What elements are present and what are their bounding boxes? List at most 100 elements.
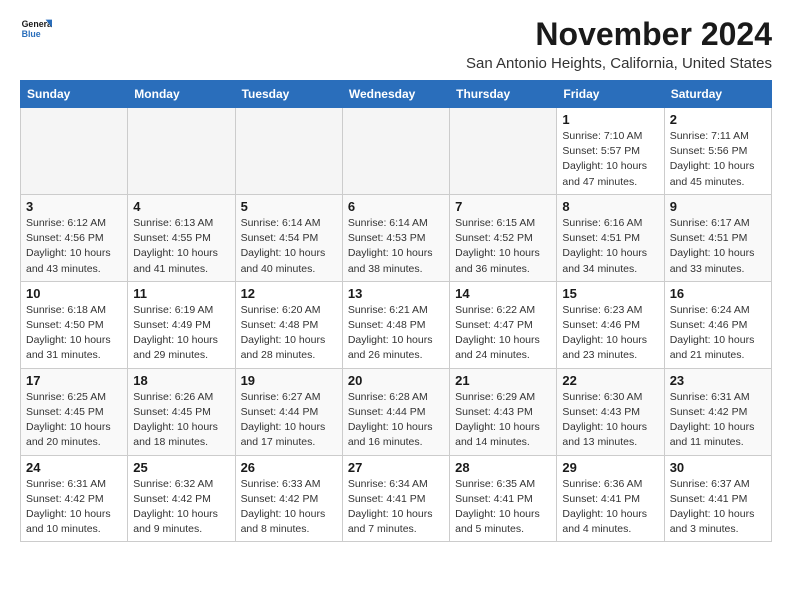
day-number: 19	[241, 373, 337, 388]
day-info: Sunrise: 6:24 AMSunset: 4:46 PMDaylight:…	[670, 303, 766, 364]
day-number: 29	[562, 460, 658, 475]
day-info: Sunrise: 7:11 AMSunset: 5:56 PMDaylight:…	[670, 129, 766, 190]
calendar-day-cell: 30 Sunrise: 6:37 AMSunset: 4:41 PMDayligh…	[664, 455, 771, 542]
day-number: 16	[670, 286, 766, 301]
day-number: 8	[562, 199, 658, 214]
calendar-day-cell: 1 Sunrise: 7:10 AMSunset: 5:57 PMDaylight…	[557, 108, 664, 195]
calendar-day-cell: 24 Sunrise: 6:31 AMSunset: 4:42 PMDayligh…	[21, 455, 128, 542]
weekday-header-cell: Saturday	[664, 81, 771, 108]
calendar-day-cell: 27 Sunrise: 6:34 AMSunset: 4:41 PMDayligh…	[342, 455, 449, 542]
day-number: 3	[26, 199, 122, 214]
day-info: Sunrise: 6:30 AMSunset: 4:43 PMDaylight:…	[562, 390, 658, 451]
day-number: 9	[670, 199, 766, 214]
weekday-header-cell: Monday	[128, 81, 235, 108]
day-info: Sunrise: 6:36 AMSunset: 4:41 PMDaylight:…	[562, 477, 658, 538]
calendar-day-cell: 15Sunrise: 6:23 AMSunset: 4:46 PMDayligh…	[557, 281, 664, 368]
calendar-day-cell: 25 Sunrise: 6:32 AMSunset: 4:42 PMDayligh…	[128, 455, 235, 542]
day-info: Sunrise: 6:14 AMSunset: 4:54 PMDaylight:…	[241, 216, 337, 277]
day-number: 13	[348, 286, 444, 301]
weekday-header-cell: Thursday	[450, 81, 557, 108]
calendar-day-cell: 29 Sunrise: 6:36 AMSunset: 4:41 PMDayligh…	[557, 455, 664, 542]
logo: General Blue	[20, 16, 52, 44]
weekday-header-cell: Friday	[557, 81, 664, 108]
day-number: 14	[455, 286, 551, 301]
calendar-day-cell	[128, 108, 235, 195]
day-info: Sunrise: 6:20 AMSunset: 4:48 PMDaylight:…	[241, 303, 337, 364]
calendar-day-cell: 14 Sunrise: 6:22 AMSunset: 4:47 PMDayligh…	[450, 281, 557, 368]
calendar-day-cell: 3Sunrise: 6:12 AMSunset: 4:56 PMDaylight…	[21, 194, 128, 281]
day-number: 20	[348, 373, 444, 388]
day-info: Sunrise: 6:23 AMSunset: 4:46 PMDaylight:…	[562, 303, 658, 364]
day-number: 27	[348, 460, 444, 475]
day-number: 6	[348, 199, 444, 214]
calendar-day-cell	[450, 108, 557, 195]
day-info: Sunrise: 6:14 AMSunset: 4:53 PMDaylight:…	[348, 216, 444, 277]
calendar-day-cell: 28Sunrise: 6:35 AMSunset: 4:41 PMDayligh…	[450, 455, 557, 542]
calendar-day-cell: 6 Sunrise: 6:14 AMSunset: 4:53 PMDaylight…	[342, 194, 449, 281]
day-number: 7	[455, 199, 551, 214]
day-info: Sunrise: 6:31 AMSunset: 4:42 PMDaylight:…	[670, 390, 766, 451]
day-number: 12	[241, 286, 337, 301]
calendar-day-cell: 8 Sunrise: 6:16 AMSunset: 4:51 PMDaylight…	[557, 194, 664, 281]
day-info: Sunrise: 6:25 AMSunset: 4:45 PMDaylight:…	[26, 390, 122, 451]
calendar-day-cell: 9 Sunrise: 6:17 AMSunset: 4:51 PMDaylight…	[664, 194, 771, 281]
calendar-week-row: 24 Sunrise: 6:31 AMSunset: 4:42 PMDayligh…	[21, 455, 772, 542]
title-block: November 2024 San Antonio Heights, Calif…	[466, 16, 772, 72]
calendar-day-cell: 26 Sunrise: 6:33 AMSunset: 4:42 PMDayligh…	[235, 455, 342, 542]
day-number: 5	[241, 199, 337, 214]
day-number: 28	[455, 460, 551, 475]
calendar-day-cell: 19 Sunrise: 6:27 AMSunset: 4:44 PMDayligh…	[235, 368, 342, 455]
day-number: 26	[241, 460, 337, 475]
calendar-week-row: 1 Sunrise: 7:10 AMSunset: 5:57 PMDaylight…	[21, 108, 772, 195]
day-info: Sunrise: 6:16 AMSunset: 4:51 PMDaylight:…	[562, 216, 658, 277]
day-info: Sunrise: 6:21 AMSunset: 4:48 PMDaylight:…	[348, 303, 444, 364]
day-info: Sunrise: 6:37 AMSunset: 4:41 PMDaylight:…	[670, 477, 766, 538]
day-number: 17	[26, 373, 122, 388]
logo-icon: General Blue	[20, 16, 52, 44]
calendar-day-cell: 5 Sunrise: 6:14 AMSunset: 4:54 PMDaylight…	[235, 194, 342, 281]
calendar-day-cell: 2 Sunrise: 7:11 AMSunset: 5:56 PMDaylight…	[664, 108, 771, 195]
svg-text:Blue: Blue	[22, 29, 41, 39]
day-info: Sunrise: 6:28 AMSunset: 4:44 PMDaylight:…	[348, 390, 444, 451]
day-info: Sunrise: 6:18 AMSunset: 4:50 PMDaylight:…	[26, 303, 122, 364]
weekday-header-cell: Wednesday	[342, 81, 449, 108]
calendar-day-cell: 21Sunrise: 6:29 AMSunset: 4:43 PMDayligh…	[450, 368, 557, 455]
calendar-day-cell: 23 Sunrise: 6:31 AMSunset: 4:42 PMDayligh…	[664, 368, 771, 455]
header: General Blue November 2024 San Antonio H…	[20, 16, 772, 72]
day-number: 4	[133, 199, 229, 214]
day-info: Sunrise: 6:13 AMSunset: 4:55 PMDaylight:…	[133, 216, 229, 277]
calendar-table: SundayMondayTuesdayWednesdayThursdayFrid…	[20, 80, 772, 542]
day-info: Sunrise: 6:22 AMSunset: 4:47 PMDaylight:…	[455, 303, 551, 364]
day-number: 30	[670, 460, 766, 475]
weekday-header-cell: Tuesday	[235, 81, 342, 108]
weekday-header-cell: Sunday	[21, 81, 128, 108]
day-number: 24	[26, 460, 122, 475]
day-info: Sunrise: 6:33 AMSunset: 4:42 PMDaylight:…	[241, 477, 337, 538]
day-info: Sunrise: 6:17 AMSunset: 4:51 PMDaylight:…	[670, 216, 766, 277]
calendar-week-row: 17 Sunrise: 6:25 AMSunset: 4:45 PMDayligh…	[21, 368, 772, 455]
day-number: 23	[670, 373, 766, 388]
day-info: Sunrise: 6:15 AMSunset: 4:52 PMDaylight:…	[455, 216, 551, 277]
day-info: Sunrise: 7:10 AMSunset: 5:57 PMDaylight:…	[562, 129, 658, 190]
day-info: Sunrise: 6:32 AMSunset: 4:42 PMDaylight:…	[133, 477, 229, 538]
day-info: Sunrise: 6:34 AMSunset: 4:41 PMDaylight:…	[348, 477, 444, 538]
location-subtitle: San Antonio Heights, California, United …	[466, 55, 772, 72]
calendar-day-cell	[342, 108, 449, 195]
day-info: Sunrise: 6:27 AMSunset: 4:44 PMDaylight:…	[241, 390, 337, 451]
month-title: November 2024	[466, 16, 772, 53]
day-info: Sunrise: 6:26 AMSunset: 4:45 PMDaylight:…	[133, 390, 229, 451]
day-number: 25	[133, 460, 229, 475]
calendar-day-cell: 22Sunrise: 6:30 AMSunset: 4:43 PMDayligh…	[557, 368, 664, 455]
day-info: Sunrise: 6:19 AMSunset: 4:49 PMDaylight:…	[133, 303, 229, 364]
calendar-day-cell	[235, 108, 342, 195]
day-number: 1	[562, 112, 658, 127]
calendar-week-row: 10Sunrise: 6:18 AMSunset: 4:50 PMDayligh…	[21, 281, 772, 368]
calendar-day-cell: 17 Sunrise: 6:25 AMSunset: 4:45 PMDayligh…	[21, 368, 128, 455]
calendar-day-cell: 4 Sunrise: 6:13 AMSunset: 4:55 PMDaylight…	[128, 194, 235, 281]
calendar-day-cell: 20 Sunrise: 6:28 AMSunset: 4:44 PMDayligh…	[342, 368, 449, 455]
calendar-week-row: 3Sunrise: 6:12 AMSunset: 4:56 PMDaylight…	[21, 194, 772, 281]
calendar-day-cell: 12 Sunrise: 6:20 AMSunset: 4:48 PMDayligh…	[235, 281, 342, 368]
calendar-body: 1 Sunrise: 7:10 AMSunset: 5:57 PMDaylight…	[21, 108, 772, 542]
day-info: Sunrise: 6:31 AMSunset: 4:42 PMDaylight:…	[26, 477, 122, 538]
day-number: 2	[670, 112, 766, 127]
